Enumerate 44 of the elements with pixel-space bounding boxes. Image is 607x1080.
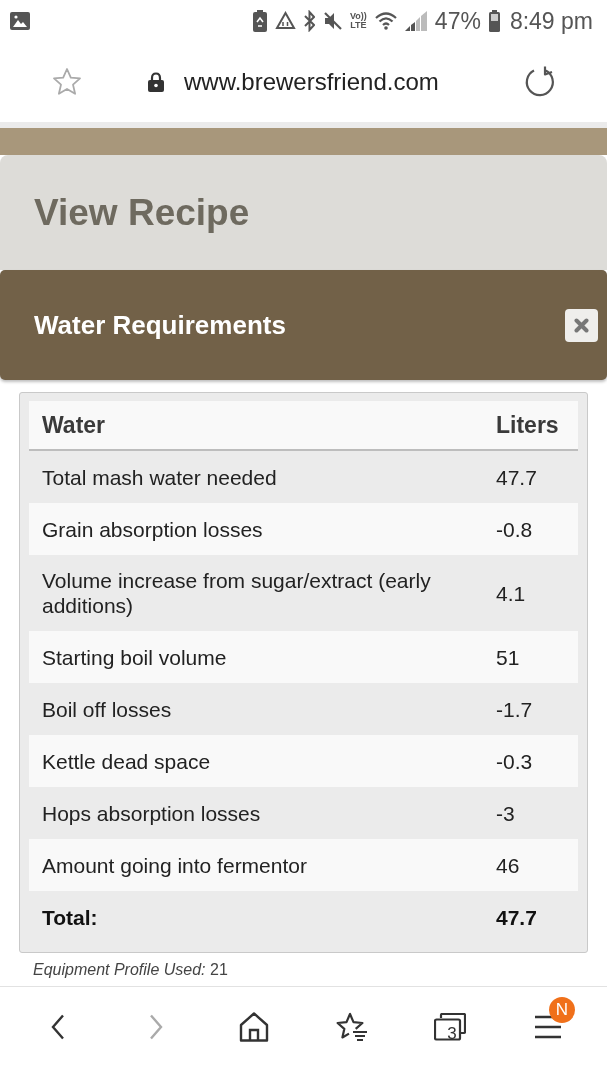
reload-button[interactable] (524, 66, 556, 98)
table-cell-text: 4.1 (496, 580, 527, 607)
clock: 8:49 pm (509, 8, 593, 34)
reload-icon (524, 66, 556, 98)
total-label: Total: (41, 904, 99, 931)
notification-badge: N (549, 997, 575, 1023)
table-cell-text: Volume increase from sugar/extract (early additions) (41, 568, 432, 619)
battery-icon (488, 10, 500, 32)
column-header: Water (41, 410, 107, 440)
signal-icon (404, 11, 427, 31)
table-cell-text: Hops absorption losses (41, 800, 262, 827)
battery-saver-icon (253, 10, 267, 32)
close-button[interactable] (565, 308, 598, 342)
table-cell-text: Boil off losses (41, 696, 173, 723)
image-icon (10, 12, 30, 30)
url-field[interactable]: www.brewersfriend.com (184, 68, 439, 96)
table-cell-text: Amount going into fermentor (41, 852, 308, 879)
mute-icon (323, 11, 342, 31)
bluetooth-icon (304, 10, 315, 32)
star-icon (52, 67, 82, 97)
table-cell-text: Kettle dead space (41, 748, 212, 775)
total-value: 47.7 (496, 904, 538, 931)
table-cell-text: -3 (496, 800, 516, 827)
wifi-icon (374, 12, 397, 30)
page-title: View Recipe (34, 191, 250, 234)
table-cell-text: -0.8 (496, 516, 534, 543)
table-cell-text: Grain absorption losses (41, 516, 264, 543)
battery-percentage: 47% (434, 8, 481, 34)
table-cell-text: -1.7 (496, 696, 534, 723)
lock-icon (148, 72, 164, 92)
footnote: Equipment Profile Used: 21 (33, 960, 229, 980)
volte-indicator: Vo)) LTE (350, 12, 367, 30)
table-cell-text: 47.7 (496, 464, 538, 491)
table-cell-text: 51 (496, 644, 521, 671)
table-cell-text: Total mash water needed (41, 464, 278, 491)
column-header: Liters (496, 410, 560, 440)
table-cell-text: 46 (496, 852, 521, 879)
table-cell-text: Starting boil volume (41, 644, 228, 671)
dialog-title: Water Requirements (34, 309, 286, 341)
tab-count: 3 (446, 1025, 458, 1043)
close-icon (574, 317, 589, 333)
triangle-icon (275, 11, 296, 31)
tabs-button[interactable]: 3 (401, 997, 499, 1057)
table-cell-text: -0.3 (496, 748, 534, 775)
